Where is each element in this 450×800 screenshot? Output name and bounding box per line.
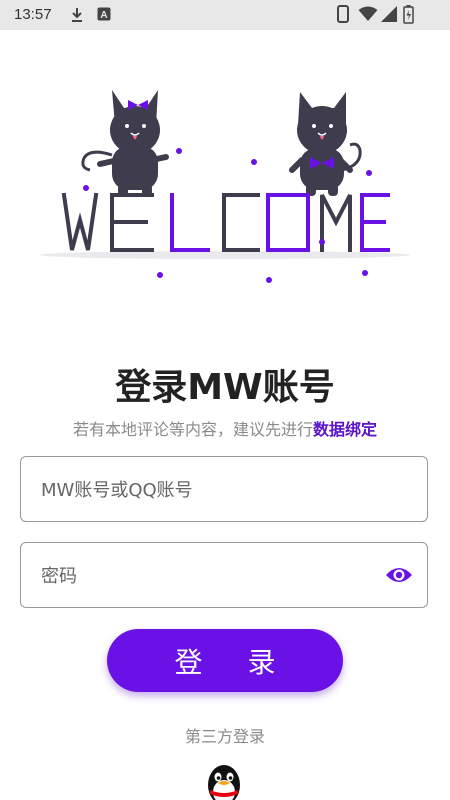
password-input[interactable] (39, 543, 383, 609)
login-subtitle: 若有本地评论等内容，建议先进行数据绑定 (0, 416, 450, 440)
subtitle-text: 若有本地评论等内容，建议先进行 (72, 420, 313, 439)
welcome-illustration (40, 90, 410, 283)
download-icon (72, 8, 82, 22)
status-bar: 13:57 A (0, 0, 450, 30)
ground-shadow (40, 251, 410, 259)
a-notification-icon: A (97, 7, 111, 21)
phone-icon (337, 5, 349, 23)
data-binding-link[interactable]: 数据绑定 (313, 420, 377, 439)
left-cat-illustration (81, 90, 169, 196)
account-field[interactable] (20, 456, 428, 523)
page-title: 登录MW账号 (115, 367, 335, 408)
svg-text:A: A (100, 10, 107, 21)
right-cat-illustration (289, 92, 362, 196)
eye-icon[interactable] (385, 563, 413, 587)
welcome-lettering (61, 192, 390, 252)
signal-icon (381, 6, 397, 22)
password-field[interactable] (20, 542, 428, 609)
battery-icon (403, 5, 414, 24)
login-button[interactable]: 登 录 (107, 629, 343, 692)
qq-penguin-icon[interactable] (203, 763, 245, 800)
wifi-icon (358, 6, 378, 21)
status-time: 13:57 (14, 6, 52, 23)
third-party-login-label: 第三方登录 (184, 727, 265, 746)
account-input[interactable] (39, 457, 383, 523)
